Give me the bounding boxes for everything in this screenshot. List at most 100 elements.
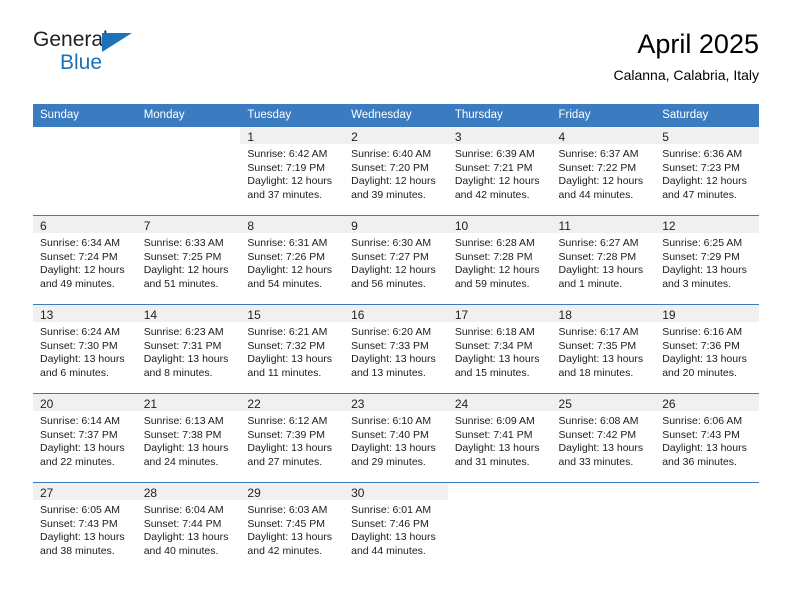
calendar-day-cell[interactable]: 9 Sunrise: 6:30 AM Sunset: 7:27 PM Daylight… (344, 215, 448, 305)
calendar-day-cell[interactable]: 1 Sunrise: 6:42 AM Sunset: 7:19 PM Daylight… (240, 126, 345, 216)
sunrise-time: Sunrise: 6:09 AM (454, 415, 535, 427)
calendar-day-cell[interactable]: 13 Sunrise: 6:24 AM Sunset: 7:30 PM Dayligh… (33, 304, 137, 394)
calendar-day-cell[interactable]: 10 Sunrise: 6:28 AM Sunset: 7:28 PM Dayligh… (447, 215, 552, 305)
calendar-day-cell[interactable]: 22 Sunrise: 6:12 AM Sunset: 7:39 PM Dayligh… (240, 393, 345, 483)
calendar-week-row: 13 Sunrise: 6:24 AM Sunset: 7:30 PM Dayligh… (33, 304, 759, 394)
sunset-time: Sunset: 7:19 PM (247, 161, 326, 174)
daylight-duration-line1: Daylight: 13 hours (143, 353, 229, 366)
day-number: 1 (240, 127, 345, 144)
day-details: Sunrise: 6:33 AM Sunset: 7:25 PM Daylight:… (137, 233, 241, 291)
daylight-duration-line1: Daylight: 13 hours (351, 531, 436, 544)
sunrise-time: Sunrise: 6:23 AM (143, 326, 224, 338)
day-details: Sunrise: 6:01 AM Sunset: 7:46 PM Daylight:… (344, 500, 448, 558)
day-details: Sunrise: 6:10 AM Sunset: 7:40 PM Daylight:… (344, 411, 448, 469)
sunset-time: Sunset: 7:30 PM (40, 339, 118, 352)
daylight-duration-line1: Daylight: 13 hours (558, 442, 644, 455)
daylight-duration-line2: and 49 minutes. (40, 277, 115, 290)
calendar-day-cell[interactable]: 7 Sunrise: 6:33 AM Sunset: 7:25 PM Daylight… (136, 215, 241, 305)
daylight-duration-line1: Daylight: 13 hours (351, 353, 436, 366)
daylight-duration-line2: and 24 minutes. (143, 455, 219, 468)
calendar-day-cell[interactable]: 6 Sunrise: 6:34 AM Sunset: 7:24 PM Daylight… (33, 215, 137, 305)
sunrise-time: Sunrise: 6:36 AM (662, 148, 743, 160)
calendar-day-cell[interactable]: 12 Sunrise: 6:25 AM Sunset: 7:29 PM Dayligh… (655, 215, 759, 305)
sunset-time: Sunset: 7:43 PM (40, 517, 118, 530)
calendar-day-cell[interactable]: 18 Sunrise: 6:17 AM Sunset: 7:35 PM Dayligh… (551, 304, 656, 394)
sunset-time: Sunset: 7:33 PM (351, 339, 429, 352)
day-details: Sunrise: 6:28 AM Sunset: 7:28 PM Daylight:… (448, 233, 552, 291)
sunrise-time: Sunrise: 6:31 AM (247, 237, 328, 249)
daylight-duration-line2: and 40 minutes. (143, 544, 219, 557)
calendar-day-cell[interactable]: 29 Sunrise: 6:03 AM Sunset: 7:45 PM Dayligh… (240, 482, 345, 572)
calendar-day-cell[interactable]: 14 Sunrise: 6:23 AM Sunset: 7:31 PM Dayligh… (136, 304, 241, 394)
day-number: 22 (240, 394, 345, 411)
calendar-day-cell[interactable]: 8 Sunrise: 6:31 AM Sunset: 7:26 PM Daylight… (240, 215, 345, 305)
sunset-time: Sunset: 7:34 PM (454, 339, 533, 352)
calendar-day-cell[interactable]: 28 Sunrise: 6:04 AM Sunset: 7:44 PM Dayligh… (136, 482, 241, 572)
day-number: 11 (551, 216, 656, 233)
sunset-time: Sunset: 7:35 PM (558, 339, 637, 352)
day-details: Sunrise: 6:13 AM Sunset: 7:38 PM Daylight:… (137, 411, 241, 469)
calendar-day-cell[interactable]: 16 Sunrise: 6:20 AM Sunset: 7:33 PM Dayligh… (344, 304, 448, 394)
calendar-day-cell[interactable]: 5 Sunrise: 6:36 AM Sunset: 7:23 PM Daylight… (655, 126, 759, 216)
calendar-day-cell[interactable]: 17 Sunrise: 6:18 AM Sunset: 7:34 PM Dayligh… (447, 304, 552, 394)
weekday-header-row: Sunday Monday Tuesday Wednesday Thursday… (33, 104, 759, 127)
calendar-day-cell[interactable]: 25 Sunrise: 6:08 AM Sunset: 7:42 PM Dayligh… (551, 393, 656, 483)
daylight-duration-line1: Daylight: 12 hours (40, 264, 125, 277)
calendar-day-cell[interactable]: 20 Sunrise: 6:14 AM Sunset: 7:37 PM Dayligh… (33, 393, 137, 483)
daylight-duration-line2: and 51 minutes. (143, 277, 219, 290)
calendar-day-cell-empty (447, 482, 552, 572)
sunrise-time: Sunrise: 6:06 AM (662, 415, 743, 427)
calendar-day-cell[interactable]: 30 Sunrise: 6:01 AM Sunset: 7:46 PM Dayligh… (344, 482, 448, 572)
calendar-day-cell[interactable]: 21 Sunrise: 6:13 AM Sunset: 7:38 PM Dayligh… (136, 393, 241, 483)
calendar-day-cell[interactable]: 3 Sunrise: 6:39 AM Sunset: 7:21 PM Daylight… (447, 126, 552, 216)
calendar-day-cell[interactable]: 4 Sunrise: 6:37 AM Sunset: 7:22 PM Daylight… (551, 126, 656, 216)
day-number: 21 (136, 394, 241, 411)
calendar-day-cell[interactable]: 11 Sunrise: 6:27 AM Sunset: 7:28 PM Dayligh… (551, 215, 656, 305)
sunrise-time: Sunrise: 6:33 AM (143, 237, 224, 249)
calendar-week-row: 6 Sunrise: 6:34 AM Sunset: 7:24 PM Daylight… (33, 215, 759, 305)
sunrise-time: Sunrise: 6:13 AM (143, 415, 224, 427)
day-details: Sunrise: 6:08 AM Sunset: 7:42 PM Daylight:… (552, 411, 656, 469)
daylight-duration-line2: and 6 minutes. (40, 366, 109, 379)
daylight-duration-line2: and 44 minutes. (351, 544, 426, 557)
daylight-duration-line1: Daylight: 12 hours (247, 175, 333, 188)
page-subtitle: Calanna, Calabria, Italy (613, 67, 759, 83)
calendar-day-cell[interactable]: 24 Sunrise: 6:09 AM Sunset: 7:41 PM Dayligh… (447, 393, 552, 483)
day-number: 16 (344, 305, 448, 322)
day-details: Sunrise: 6:20 AM Sunset: 7:33 PM Daylight:… (344, 322, 448, 380)
daylight-duration-line1: Daylight: 13 hours (143, 442, 229, 455)
weekday-header-sunday: Sunday (33, 104, 137, 127)
day-details (552, 500, 656, 504)
daylight-duration-line2: and 20 minutes. (662, 366, 737, 379)
general-blue-logo: General Blue (33, 28, 163, 82)
day-number: 30 (344, 483, 448, 500)
daylight-duration-line1: Daylight: 12 hours (454, 264, 540, 277)
day-details (448, 500, 552, 504)
day-details (655, 500, 759, 504)
sunset-time: Sunset: 7:29 PM (662, 250, 740, 263)
sunrise-time: Sunrise: 6:30 AM (351, 237, 432, 249)
sunset-time: Sunset: 7:23 PM (662, 161, 740, 174)
sunset-time: Sunset: 7:40 PM (351, 428, 429, 441)
daylight-duration-line1: Daylight: 13 hours (662, 353, 747, 366)
daylight-duration-line1: Daylight: 13 hours (662, 264, 747, 277)
daylight-duration-line1: Daylight: 13 hours (247, 531, 333, 544)
day-details: Sunrise: 6:21 AM Sunset: 7:32 PM Daylight:… (240, 322, 344, 380)
calendar-day-cell[interactable]: 19 Sunrise: 6:16 AM Sunset: 7:36 PM Dayligh… (655, 304, 759, 394)
calendar-day-cell[interactable]: 27 Sunrise: 6:05 AM Sunset: 7:43 PM Dayligh… (33, 482, 137, 572)
calendar-day-cell[interactable]: 23 Sunrise: 6:10 AM Sunset: 7:40 PM Dayligh… (344, 393, 448, 483)
daylight-duration-line2: and 13 minutes. (351, 366, 426, 379)
daylight-duration-line2: and 18 minutes. (558, 366, 634, 379)
sunrise-time: Sunrise: 6:01 AM (351, 504, 432, 516)
calendar-week-row: 27 Sunrise: 6:05 AM Sunset: 7:43 PM Dayligh… (33, 482, 759, 572)
calendar-day-cell[interactable]: 2 Sunrise: 6:40 AM Sunset: 7:20 PM Daylight… (344, 126, 448, 216)
day-details: Sunrise: 6:39 AM Sunset: 7:21 PM Daylight:… (448, 144, 552, 202)
day-details: Sunrise: 6:31 AM Sunset: 7:26 PM Daylight:… (240, 233, 344, 291)
calendar-day-cell[interactable]: 15 Sunrise: 6:21 AM Sunset: 7:32 PM Dayligh… (240, 304, 345, 394)
day-details: Sunrise: 6:30 AM Sunset: 7:27 PM Daylight:… (344, 233, 448, 291)
daylight-duration-line1: Daylight: 12 hours (662, 175, 747, 188)
day-number: 24 (447, 394, 552, 411)
calendar-day-cell[interactable]: 26 Sunrise: 6:06 AM Sunset: 7:43 PM Dayligh… (655, 393, 759, 483)
daylight-duration-line1: Daylight: 13 hours (454, 442, 540, 455)
day-number: 26 (655, 394, 759, 411)
